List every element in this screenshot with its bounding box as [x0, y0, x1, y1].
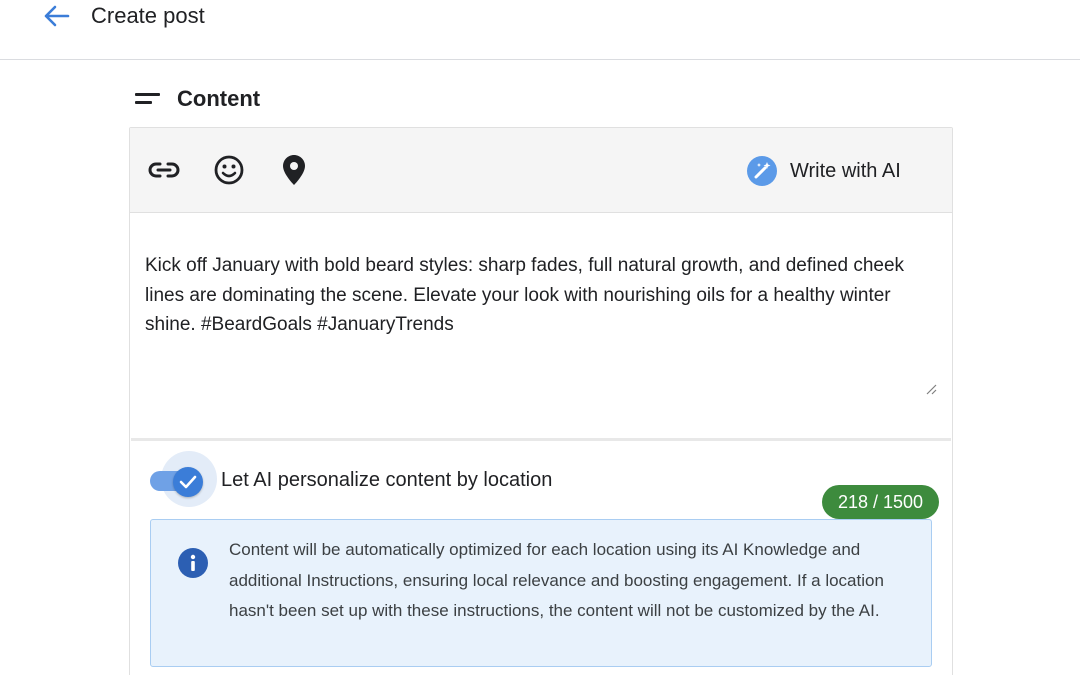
personalize-toggle-label: Let AI personalize content by location — [221, 469, 553, 491]
write-with-ai-label: Write with AI — [790, 159, 901, 182]
section-title: Content — [177, 86, 261, 111]
magic-wand-icon — [747, 156, 777, 186]
back-button[interactable] — [36, 0, 76, 32]
top-bar: Create post — [0, 0, 1080, 60]
link-icon — [148, 162, 180, 178]
page-title: Create post — [91, 3, 205, 28]
emoji-icon — [214, 155, 244, 185]
info-alert: Content will be automatically optimized … — [150, 519, 932, 667]
add-location-button[interactable] — [274, 150, 314, 190]
short-text-icon — [135, 93, 160, 104]
info-icon — [178, 548, 208, 578]
location-pin-icon — [283, 155, 305, 185]
toggle-knob[interactable] — [173, 467, 203, 497]
post-text[interactable]: Kick off January with bold beard styles:… — [145, 251, 935, 340]
insert-emoji-button[interactable] — [209, 150, 249, 190]
arrow-left-icon — [44, 5, 70, 27]
info-text: Content will be automatically optimized … — [229, 540, 884, 620]
character-counter: 218 / 1500 — [822, 485, 939, 519]
editor-toolbar: Write with AI — [130, 128, 952, 213]
write-with-ai-button[interactable]: Write with AI — [746, 152, 901, 190]
resize-handle-icon[interactable] — [925, 383, 937, 395]
insert-link-button[interactable] — [144, 150, 184, 190]
post-text-area[interactable]: Kick off January with bold beard styles:… — [131, 213, 951, 519]
checkmark-icon — [179, 475, 197, 489]
